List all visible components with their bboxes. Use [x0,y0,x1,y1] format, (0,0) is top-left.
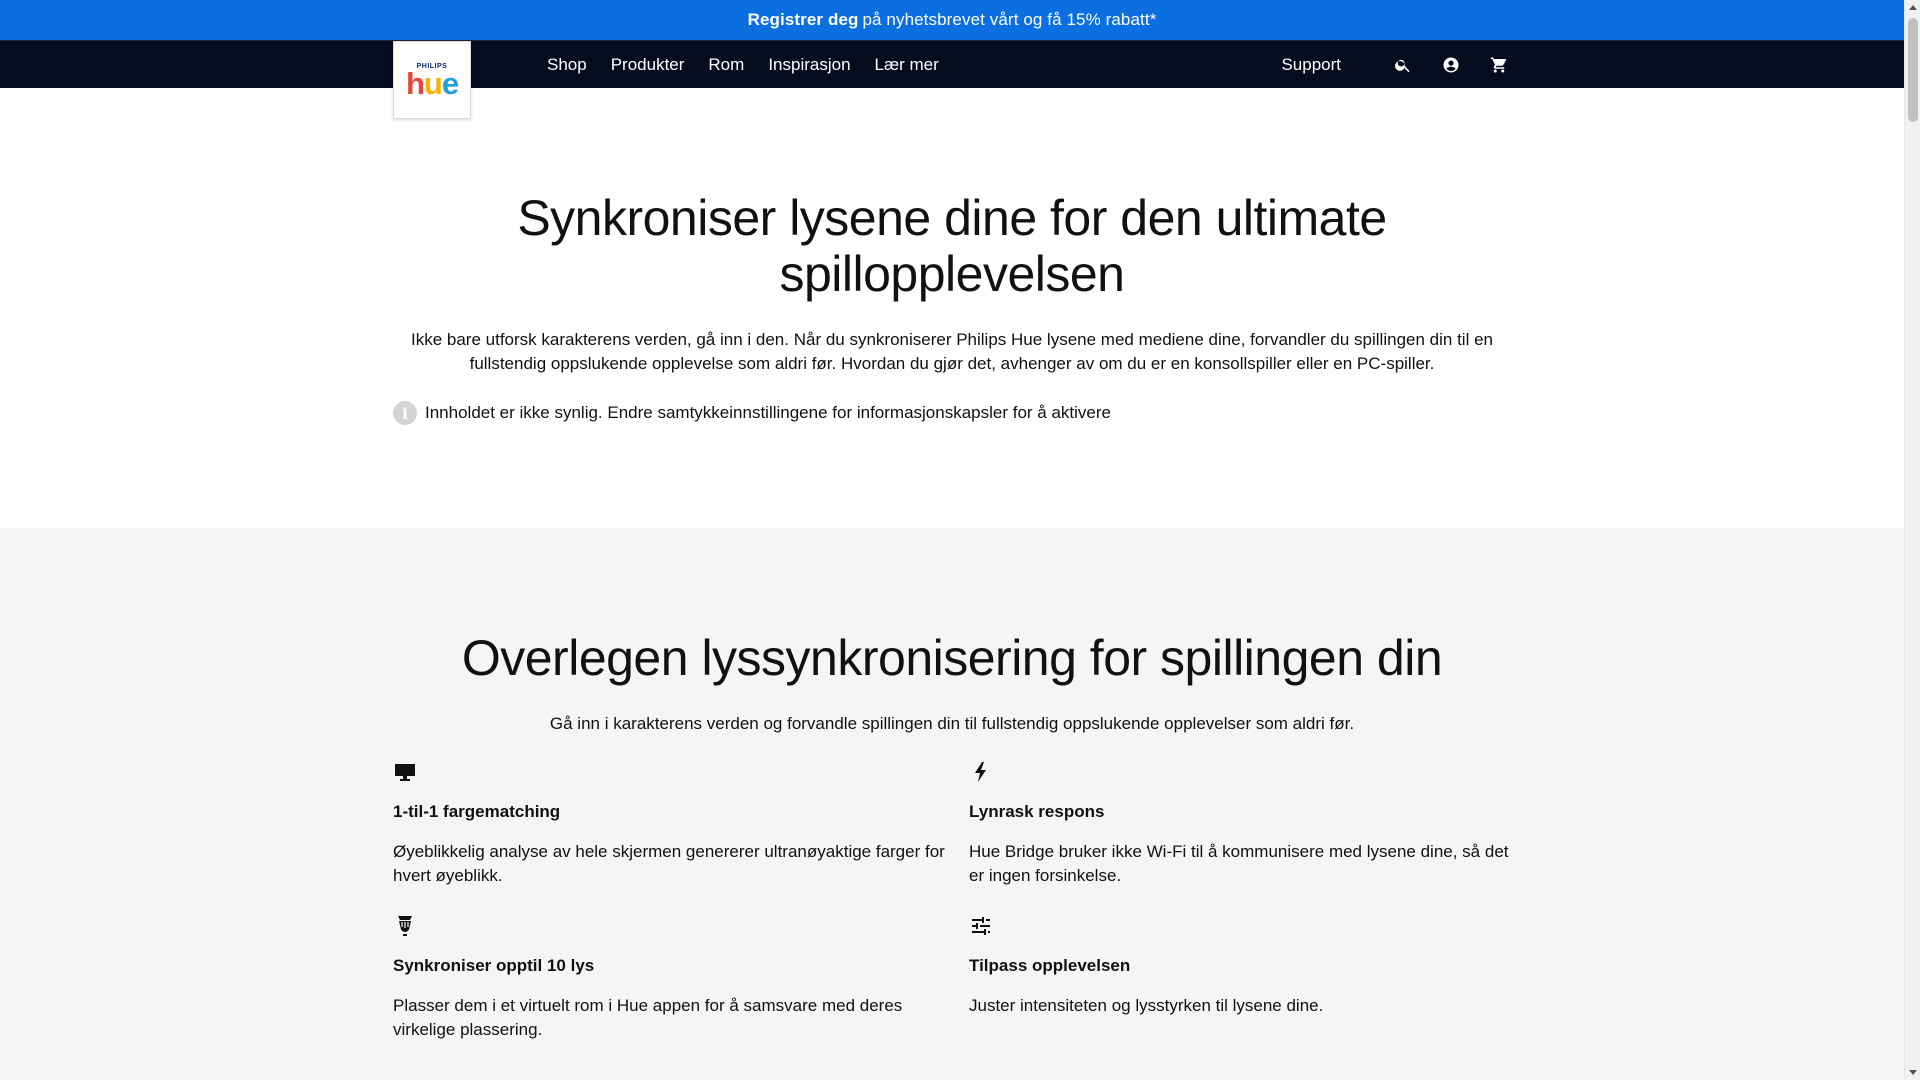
feature-title: Tilpass opplevelsen [969,956,1131,975]
feature-item: Synkroniser opptil 10 lys Plasser dem i … [393,914,948,1042]
nav-links: Shop Produkter Rom Inspirasjon Lær mer [535,41,951,89]
search-icon[interactable] [1391,53,1415,77]
promo-register-link[interactable]: Registrer deg [748,10,859,30]
scroll-up-arrow-icon[interactable] [1905,0,1920,16]
feature-item: Lynrask respons Hue Bridge bruker ikke W… [969,760,1524,888]
nav-link-produkter[interactable]: Produkter [599,55,697,75]
nav-link-rom[interactable]: Rom [696,55,756,75]
feature-title: 1-til-1 fargematching [393,802,561,821]
feature-title: Lynrask respons [969,802,1105,821]
nav-link-support[interactable]: Support [1281,55,1341,75]
sliders-icon [969,914,995,940]
hero-text: Ikke bare utforsk karakterens verden, gå… [411,330,1493,373]
page: Registrer deg på nyhetsbrevet vårt og få… [0,0,1904,1080]
nav-link-laer-mer[interactable]: Lær mer [863,55,951,75]
page-scrollbar[interactable] [1904,0,1920,1080]
info-icon: i [393,401,417,425]
philips-hue-logo[interactable]: PHILIPS hue [393,41,471,119]
logo-wordmark: hue [405,66,459,101]
features-section: Overlegen lyssynkronisering for spilling… [0,528,1904,1080]
cart-icon[interactable] [1487,53,1511,77]
nav-link-inspirasjon[interactable]: Inspirasjon [756,55,862,75]
promo-banner[interactable]: Registrer deg på nyhetsbrevet vårt og få… [0,0,1904,40]
lightning-icon [969,760,995,786]
nav-right: Support [1281,41,1511,89]
features-title: Overlegen lyssynkronisering for spilling… [461,630,1443,686]
main-nav: PHILIPS hue Shop Produkter Rom Inspirasj… [0,40,1904,119]
feature-text: Hue Bridge bruker ikke Wi-Fi til å kommu… [969,842,1509,885]
feature-text: Øyeblikkelig analyse av hele skjermen ge… [393,842,945,885]
feature-item: Tilpass opplevelsen Juster intensiteten … [969,914,1524,1018]
scroll-thumb[interactable] [1908,18,1918,122]
consent-notice-text: Innholdet er ikke synlig. Endre samtykke… [425,403,1111,422]
scroll-down-arrow-icon[interactable] [1905,1064,1920,1080]
feature-text: Plasser dem i et virtuelt rom i Hue appe… [393,996,903,1039]
monitor-icon [393,760,419,786]
hero-section: Synkroniser lysene dine for den ultimate… [0,88,1904,528]
feature-item: 1-til-1 fargematching Øyeblikkelig analy… [393,760,948,888]
consent-notice: i Innholdet er ikke synlig. Endre samtyk… [393,401,1111,425]
promo-text: på nyhetsbrevet vårt og få 15% rabatt* [862,10,1157,29]
feature-title: Synkroniser opptil 10 lys [393,956,595,975]
account-icon[interactable] [1439,53,1463,77]
hero-title: Synkroniser lysene dine for den ultimate… [517,190,1387,302]
feature-text: Juster intensiteten og lysstyrken til ly… [969,996,1324,1015]
nav-link-shop[interactable]: Shop [535,55,599,75]
lights-icon [393,914,419,940]
features-subtitle: Gå inn i karakterens verden og forvandle… [549,714,1355,733]
